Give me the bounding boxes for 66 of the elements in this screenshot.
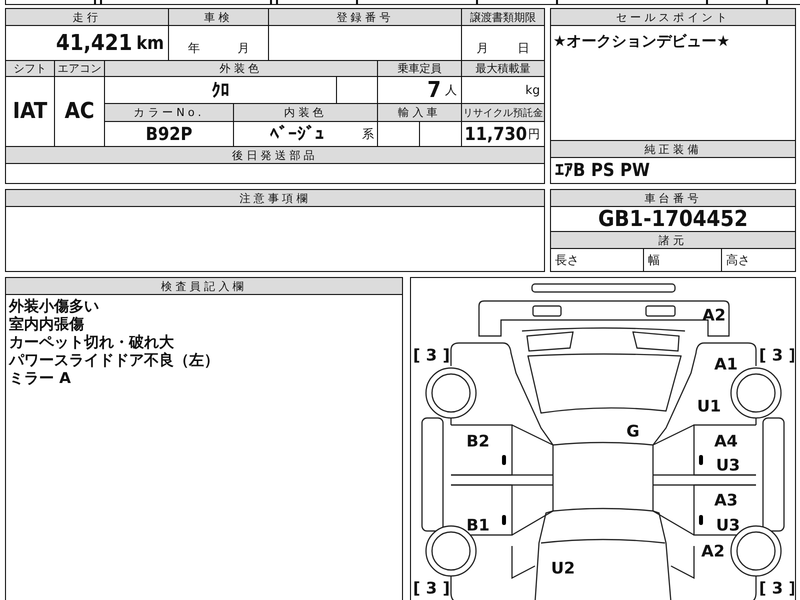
damage-code: U1 [696,396,722,416]
damage-code: U2 [550,558,576,578]
spec-label: 幅 [644,249,721,271]
column-header: リサイクル預託金 [462,104,544,121]
inspector-note: パワースライドドア不良（左） [9,351,220,369]
damage-code: U3 [716,516,740,534]
exterior-color-value: ｸﾛ [105,77,336,103]
section-header: 諸元 [551,232,795,248]
damage-code: G [626,422,640,440]
mileage-value: 41,421 [56,30,132,56]
spec-label: 高さ [722,249,795,271]
unit-label: 年 [188,40,200,57]
column-header: 譲渡書類期限 [462,9,544,25]
inspector-note: 外装小傷多い [9,297,100,315]
section-header: 後日発送部品 [6,147,544,163]
damage-code: A2 [701,542,725,560]
color-number-value: B92P [105,122,233,146]
column-header: エアコン [55,61,104,76]
door-handle-icon [699,515,703,525]
unit-label: 日 [518,40,530,57]
door-handle-icon [502,515,506,525]
unit-label: 円 [528,126,540,142]
unit-label: 月 [237,40,250,57]
damage-code: A3 [714,490,738,510]
door-handle-icon [699,455,703,465]
damage-code: [ 3 ] [413,346,450,364]
unit-label: 系 [362,126,374,142]
section-header: 注意事項欄 [6,190,544,206]
section-header: 車台番号 [551,190,795,206]
inspector-note: 室内内張傷 [9,315,85,333]
section-header: 検査員記入欄 [6,278,402,294]
section-header: 純正装備 [551,141,795,157]
unit-label: 人 [445,82,457,98]
inspector-note: ミラー A [9,369,72,387]
capacity-value: 7 [427,78,441,102]
inspector-note: カーペット切れ・破れ大 [9,333,175,351]
damage-code: B1 [466,516,490,534]
equipment-value: ｴｱB PS PW [551,158,795,183]
column-header: シフト [6,61,54,76]
column-header: 輸入車 [378,104,461,121]
section-header: セールスポイント [551,9,795,25]
damage-code: [ 3 ] [413,578,450,598]
column-header: 外装色 [105,61,377,76]
column-header: 車検 [169,9,268,25]
damage-code: B2 [466,432,490,450]
column-header: カラーNo. [105,104,233,121]
spec-label: 長さ [551,249,643,271]
chassis-number: GB1-1704452 [551,207,795,231]
damage-code: U3 [716,456,740,474]
unit-label: km [136,32,164,54]
column-header: 登録番号 [269,9,461,25]
column-header: 内装色 [234,104,377,121]
damage-code: A1 [714,354,738,374]
shift-value: IAT [6,77,54,146]
door-handle-icon [502,455,506,465]
recycle-fee-value: 11,730 [464,124,527,144]
interior-color-value: ﾍﾞｰｼﾞｭ [270,124,324,144]
unit-label: kg [525,83,540,97]
column-header: 最大積載量 [462,61,544,76]
damage-code: A4 [714,432,738,450]
aircon-value: AC [55,77,104,146]
unit-label: 月 [476,40,488,57]
sale-points-text: ★オークションデビュー★ [551,26,795,140]
damage-code: A2 [702,306,726,324]
column-header: 乗車定員 [378,61,461,76]
column-header: 走行 [6,9,168,25]
